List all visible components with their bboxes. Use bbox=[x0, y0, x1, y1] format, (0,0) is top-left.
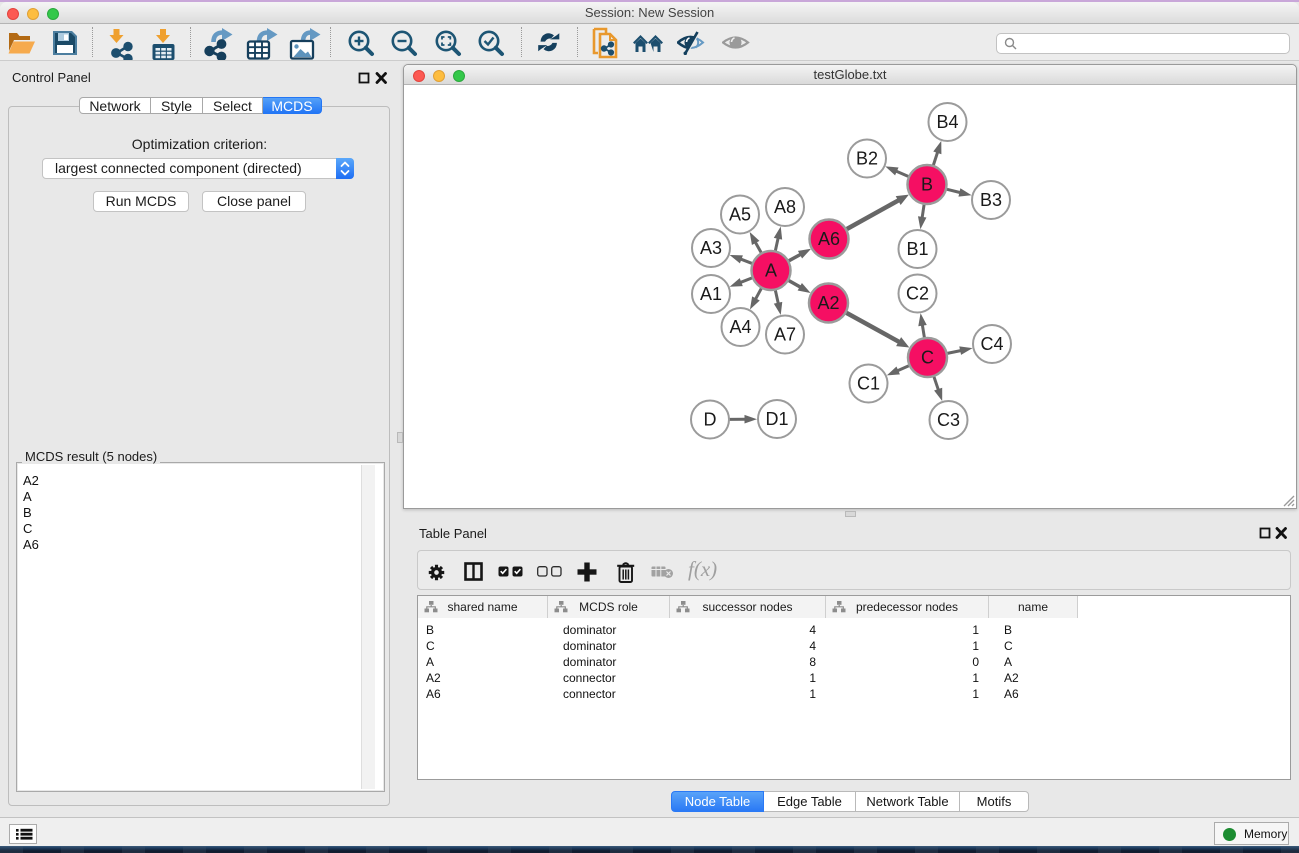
svg-text:A4: A4 bbox=[729, 317, 751, 337]
svg-text:B2: B2 bbox=[856, 148, 878, 168]
svg-text:B1: B1 bbox=[906, 239, 928, 259]
svg-text:A6: A6 bbox=[818, 229, 840, 249]
svg-text:A1: A1 bbox=[700, 284, 722, 304]
svg-text:A7: A7 bbox=[774, 324, 796, 344]
svg-text:C4: C4 bbox=[980, 334, 1003, 354]
svg-text:A: A bbox=[765, 260, 777, 280]
svg-text:D: D bbox=[704, 409, 717, 429]
svg-text:B: B bbox=[921, 174, 933, 194]
svg-text:D1: D1 bbox=[765, 409, 788, 429]
svg-text:A8: A8 bbox=[774, 197, 796, 217]
svg-text:C1: C1 bbox=[857, 373, 880, 393]
svg-text:A5: A5 bbox=[729, 204, 751, 224]
svg-text:B3: B3 bbox=[980, 190, 1002, 210]
svg-text:C: C bbox=[921, 347, 934, 367]
svg-text:A3: A3 bbox=[700, 238, 722, 258]
svg-text:C2: C2 bbox=[906, 283, 929, 303]
svg-text:B4: B4 bbox=[936, 112, 958, 132]
svg-text:A2: A2 bbox=[817, 293, 839, 313]
svg-text:C3: C3 bbox=[937, 410, 960, 430]
